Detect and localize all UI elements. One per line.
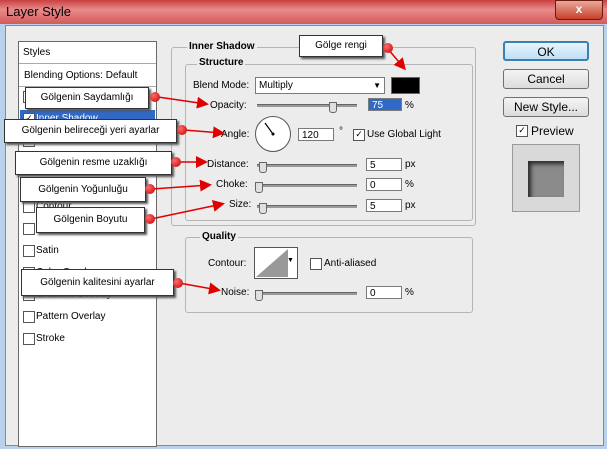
annotation-dot-icon [177, 125, 187, 135]
annotation-choke: Gölgenin Yoğunluğu [20, 177, 146, 202]
annotation-dot-icon [173, 278, 183, 288]
annotation-dot-icon [145, 214, 155, 224]
annotation-size: Gölgenin Boyutu [36, 207, 145, 233]
opacity-arrow [157, 96, 209, 109]
annotation-dot-icon [171, 157, 181, 167]
annotation-quality: Gölgenin kalitesini ayarlar [21, 269, 174, 296]
annotation-shadow-color: Gölge rengi [299, 35, 383, 57]
annotation-dot-icon [150, 92, 160, 102]
quality-arrow [178, 282, 221, 295]
annotation-distance: Gölgenin resme uzaklığı [15, 151, 172, 175]
annotation-angle: Gölgenin belireceği yeri ayarlar [4, 119, 177, 143]
annotation-opacity: Gölgenin Saydamlığı [25, 87, 149, 109]
angle-arrow [183, 126, 225, 139]
choke-arrow [151, 179, 212, 192]
size-arrow [150, 199, 225, 220]
annotation-dot-icon [145, 184, 155, 194]
annotation-dot-icon [383, 43, 393, 53]
